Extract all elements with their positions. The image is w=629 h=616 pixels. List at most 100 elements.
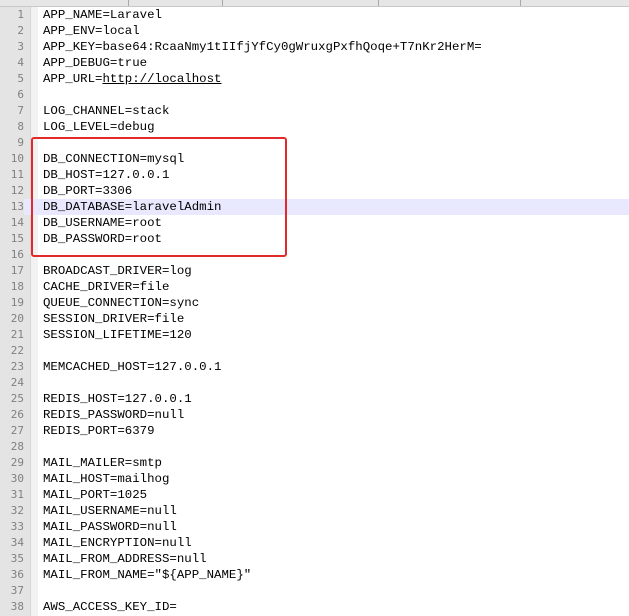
- code-line[interactable]: 38 AWS_ACCESS_KEY_ID=: [0, 599, 629, 615]
- code-line[interactable]: 10 DB_CONNECTION=mysql: [0, 151, 629, 167]
- line-text[interactable]: REDIS_PORT=6379: [43, 423, 155, 439]
- line-text-content: MAIL_HOST=mailhog: [43, 472, 170, 486]
- code-line[interactable]: 16: [0, 247, 629, 263]
- line-number: 13: [0, 199, 24, 215]
- code-line[interactable]: 2 APP_ENV=local: [0, 23, 629, 39]
- code-line[interactable]: 6: [0, 87, 629, 103]
- line-text[interactable]: REDIS_PASSWORD=null: [43, 407, 184, 423]
- line-text[interactable]: DB_PORT=3306: [43, 183, 132, 199]
- code-line-current[interactable]: 13 DB_DATABASE=laravelAdmin: [0, 199, 629, 215]
- code-line[interactable]: 28: [0, 439, 629, 455]
- line-text[interactable]: MAIL_PORT=1025: [43, 487, 147, 503]
- code-line[interactable]: 35 MAIL_FROM_ADDRESS=null: [0, 551, 629, 567]
- line-text[interactable]: MAIL_PASSWORD=null: [43, 519, 177, 535]
- line-number: 24: [10, 376, 24, 389]
- line-text[interactable]: AWS_ACCESS_KEY_ID=: [43, 599, 177, 615]
- line-text-content: MAIL_MAILER=smtp: [43, 456, 162, 470]
- line-number: 5: [17, 72, 24, 85]
- tab-divider: [128, 0, 129, 6]
- line-text[interactable]: MAIL_MAILER=smtp: [43, 455, 162, 471]
- line-text[interactable]: APP_NAME=Laravel: [43, 7, 162, 23]
- code-line[interactable]: 4 APP_DEBUG=true: [0, 55, 629, 71]
- line-text-content: LOG_CHANNEL=stack: [43, 104, 170, 118]
- line-text[interactable]: DB_DATABASE=laravelAdmin: [43, 199, 221, 215]
- code-line[interactable]: 26 REDIS_PASSWORD=null: [0, 407, 629, 423]
- text-editor[interactable]: 1 APP_NAME=Laravel 2 APP_ENV=local 3 APP_KEY=…: [0, 0, 629, 616]
- line-number: 4: [17, 56, 24, 69]
- code-line[interactable]: 20 SESSION_DRIVER=file: [0, 311, 629, 327]
- code-line[interactable]: 8 LOG_LEVEL=debug: [0, 119, 629, 135]
- line-text-content: REDIS_HOST=127.0.0.1: [43, 392, 192, 406]
- line-text[interactable]: APP_KEY=base64:RcaaNmy1tIIfjYfCy0gWruxgP…: [43, 39, 482, 55]
- line-text-content: MEMCACHED_HOST=127.0.0.1: [43, 360, 222, 374]
- line-text[interactable]: LOG_LEVEL=debug: [43, 119, 155, 135]
- code-line[interactable]: 1 APP_NAME=Laravel: [0, 7, 629, 23]
- line-text[interactable]: SESSION_DRIVER=file: [43, 311, 184, 327]
- line-text[interactable]: MAIL_HOST=mailhog: [43, 471, 169, 487]
- code-line[interactable]: 9: [0, 135, 629, 151]
- code-line[interactable]: 32 MAIL_USERNAME=null: [0, 503, 629, 519]
- line-text[interactable]: DB_USERNAME=root: [43, 215, 162, 231]
- line-text[interactable]: DB_HOST=127.0.0.1: [43, 167, 169, 183]
- line-text[interactable]: MAIL_USERNAME=null: [43, 503, 177, 519]
- code-line[interactable]: 22: [0, 343, 629, 359]
- line-text[interactable]: APP_URL=http://localhost: [43, 71, 221, 87]
- tab-bar[interactable]: [0, 0, 629, 7]
- line-text-content: LOG_LEVEL=debug: [43, 120, 155, 134]
- code-line[interactable]: 29 MAIL_MAILER=smtp: [0, 455, 629, 471]
- code-line[interactable]: 17 BROADCAST_DRIVER=log: [0, 263, 629, 279]
- code-area[interactable]: 1 APP_NAME=Laravel 2 APP_ENV=local 3 APP_KEY=…: [0, 7, 629, 615]
- line-text-content: DB_USERNAME=root: [43, 216, 162, 230]
- code-line[interactable]: 37: [0, 583, 629, 599]
- line-text-content: BROADCAST_DRIVER=log: [43, 264, 192, 278]
- line-number: 36: [10, 568, 24, 581]
- line-text-content: APP_URL=: [43, 72, 103, 86]
- code-line[interactable]: 33 MAIL_PASSWORD=null: [0, 519, 629, 535]
- line-text[interactable]: SESSION_LIFETIME=120: [43, 327, 192, 343]
- line-number: 2: [17, 24, 24, 37]
- code-line[interactable]: 15 DB_PASSWORD=root: [0, 231, 629, 247]
- line-text[interactable]: QUEUE_CONNECTION=sync: [43, 295, 199, 311]
- url-link[interactable]: http://localhost: [103, 72, 222, 86]
- code-line[interactable]: 5 APP_URL=http://localhost: [0, 71, 629, 87]
- code-line[interactable]: 31 MAIL_PORT=1025: [0, 487, 629, 503]
- line-text[interactable]: MAIL_FROM_ADDRESS=null: [43, 551, 207, 567]
- code-line[interactable]: 11 DB_HOST=127.0.0.1: [0, 167, 629, 183]
- code-line[interactable]: 23 MEMCACHED_HOST=127.0.0.1: [0, 359, 629, 375]
- line-text[interactable]: MAIL_FROM_NAME="${APP_NAME}": [43, 567, 251, 583]
- line-text[interactable]: MEMCACHED_HOST=127.0.0.1: [43, 359, 221, 375]
- line-text[interactable]: MAIL_ENCRYPTION=null: [43, 535, 192, 551]
- line-text-content: REDIS_PASSWORD=null: [43, 408, 185, 422]
- line-text[interactable]: LOG_CHANNEL=stack: [43, 103, 169, 119]
- code-line[interactable]: 30 MAIL_HOST=mailhog: [0, 471, 629, 487]
- code-line[interactable]: 24: [0, 375, 629, 391]
- line-number: 7: [17, 104, 24, 117]
- code-line[interactable]: 18 CACHE_DRIVER=file: [0, 279, 629, 295]
- line-text-content: MAIL_FROM_NAME="${APP_NAME}": [43, 568, 252, 582]
- code-line[interactable]: 3 APP_KEY=base64:RcaaNmy1tIIfjYfCy0gWruxg…: [0, 39, 629, 55]
- code-line[interactable]: 25 REDIS_HOST=127.0.0.1: [0, 391, 629, 407]
- line-text[interactable]: CACHE_DRIVER=file: [43, 279, 169, 295]
- line-text-content: REDIS_PORT=6379: [43, 424, 155, 438]
- line-text[interactable]: APP_ENV=local: [43, 23, 140, 39]
- code-line[interactable]: 21 SESSION_LIFETIME=120: [0, 327, 629, 343]
- code-line[interactable]: 36 MAIL_FROM_NAME="${APP_NAME}": [0, 567, 629, 583]
- line-text[interactable]: REDIS_HOST=127.0.0.1: [43, 391, 192, 407]
- line-number: 3: [17, 40, 24, 53]
- line-text[interactable]: DB_PASSWORD=root: [43, 231, 162, 247]
- line-text-content: APP_DEBUG=true: [43, 56, 148, 70]
- line-text-content: AWS_ACCESS_KEY_ID=: [43, 600, 177, 614]
- code-line[interactable]: 19 QUEUE_CONNECTION=sync: [0, 295, 629, 311]
- code-line[interactable]: 34 MAIL_ENCRYPTION=null: [0, 535, 629, 551]
- line-text[interactable]: BROADCAST_DRIVER=log: [43, 263, 192, 279]
- code-line[interactable]: 7 LOG_CHANNEL=stack: [0, 103, 629, 119]
- line-number: 11: [10, 168, 24, 181]
- tab-divider: [222, 0, 223, 6]
- code-line[interactable]: 12 DB_PORT=3306: [0, 183, 629, 199]
- code-line[interactable]: 27 REDIS_PORT=6379: [0, 423, 629, 439]
- line-text-content: APP_ENV=local: [43, 24, 140, 38]
- line-text[interactable]: DB_CONNECTION=mysql: [43, 151, 184, 167]
- code-line[interactable]: 14 DB_USERNAME=root: [0, 215, 629, 231]
- line-text-content: DB_DATABASE=laravelAdmin: [43, 200, 222, 214]
- line-text[interactable]: APP_DEBUG=true: [43, 55, 147, 71]
